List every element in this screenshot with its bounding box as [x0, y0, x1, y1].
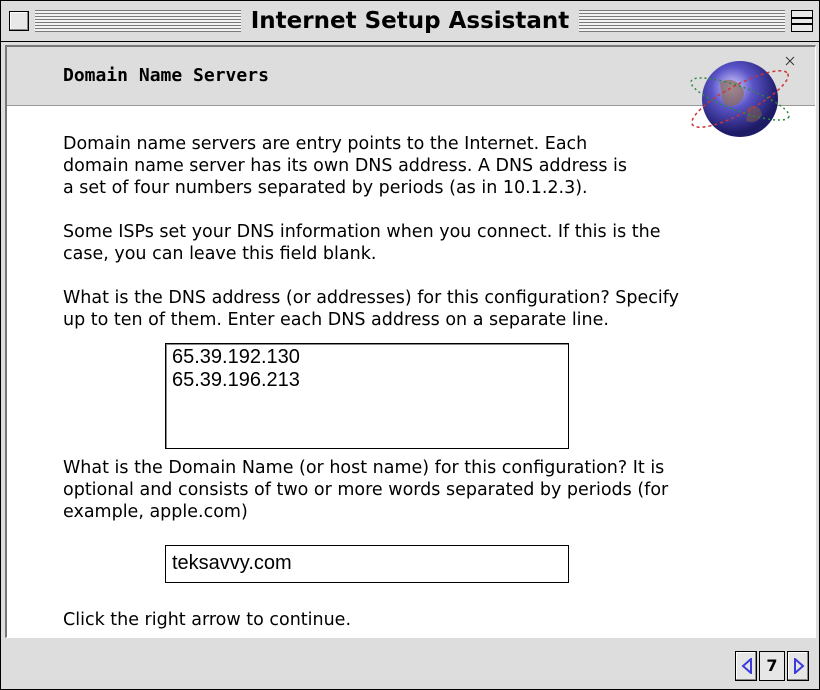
left-arrow-icon [741, 658, 752, 674]
continue-instruction: Click the right arrow to continue. [63, 610, 352, 630]
previous-button[interactable] [735, 651, 757, 681]
next-button[interactable] [787, 651, 809, 681]
intro-paragraph: Domain name servers are entry points to … [63, 134, 628, 198]
window-title: Internet Setup Assistant [240, 7, 580, 35]
dns-question: What is the DNS address (or addresses) f… [63, 288, 679, 330]
page-navigation: 7 [735, 651, 811, 683]
title-bar[interactable]: Internet Setup Assistant [1, 1, 819, 42]
setup-assistant-window: Internet Setup Assistant Domain Name Ser… [0, 0, 820, 690]
right-arrow-icon [794, 658, 805, 674]
close-box[interactable] [9, 11, 29, 31]
collapse-box[interactable] [791, 10, 813, 32]
domain-name-field[interactable]: teksavvy.com [165, 545, 569, 583]
globe-icon [690, 56, 795, 137]
domain-question: What is the Domain Name (or host name) f… [63, 458, 669, 522]
page-title: Domain Name Servers [63, 65, 269, 86]
content-panel: Domain Name Servers Domain name servers … [5, 45, 816, 638]
dns-address-field[interactable]: 65.39.192.130 65.39.196.213 [165, 343, 569, 449]
page-number: 7 [759, 651, 785, 681]
isp-paragraph: Some ISPs set your DNS information when … [63, 222, 661, 264]
